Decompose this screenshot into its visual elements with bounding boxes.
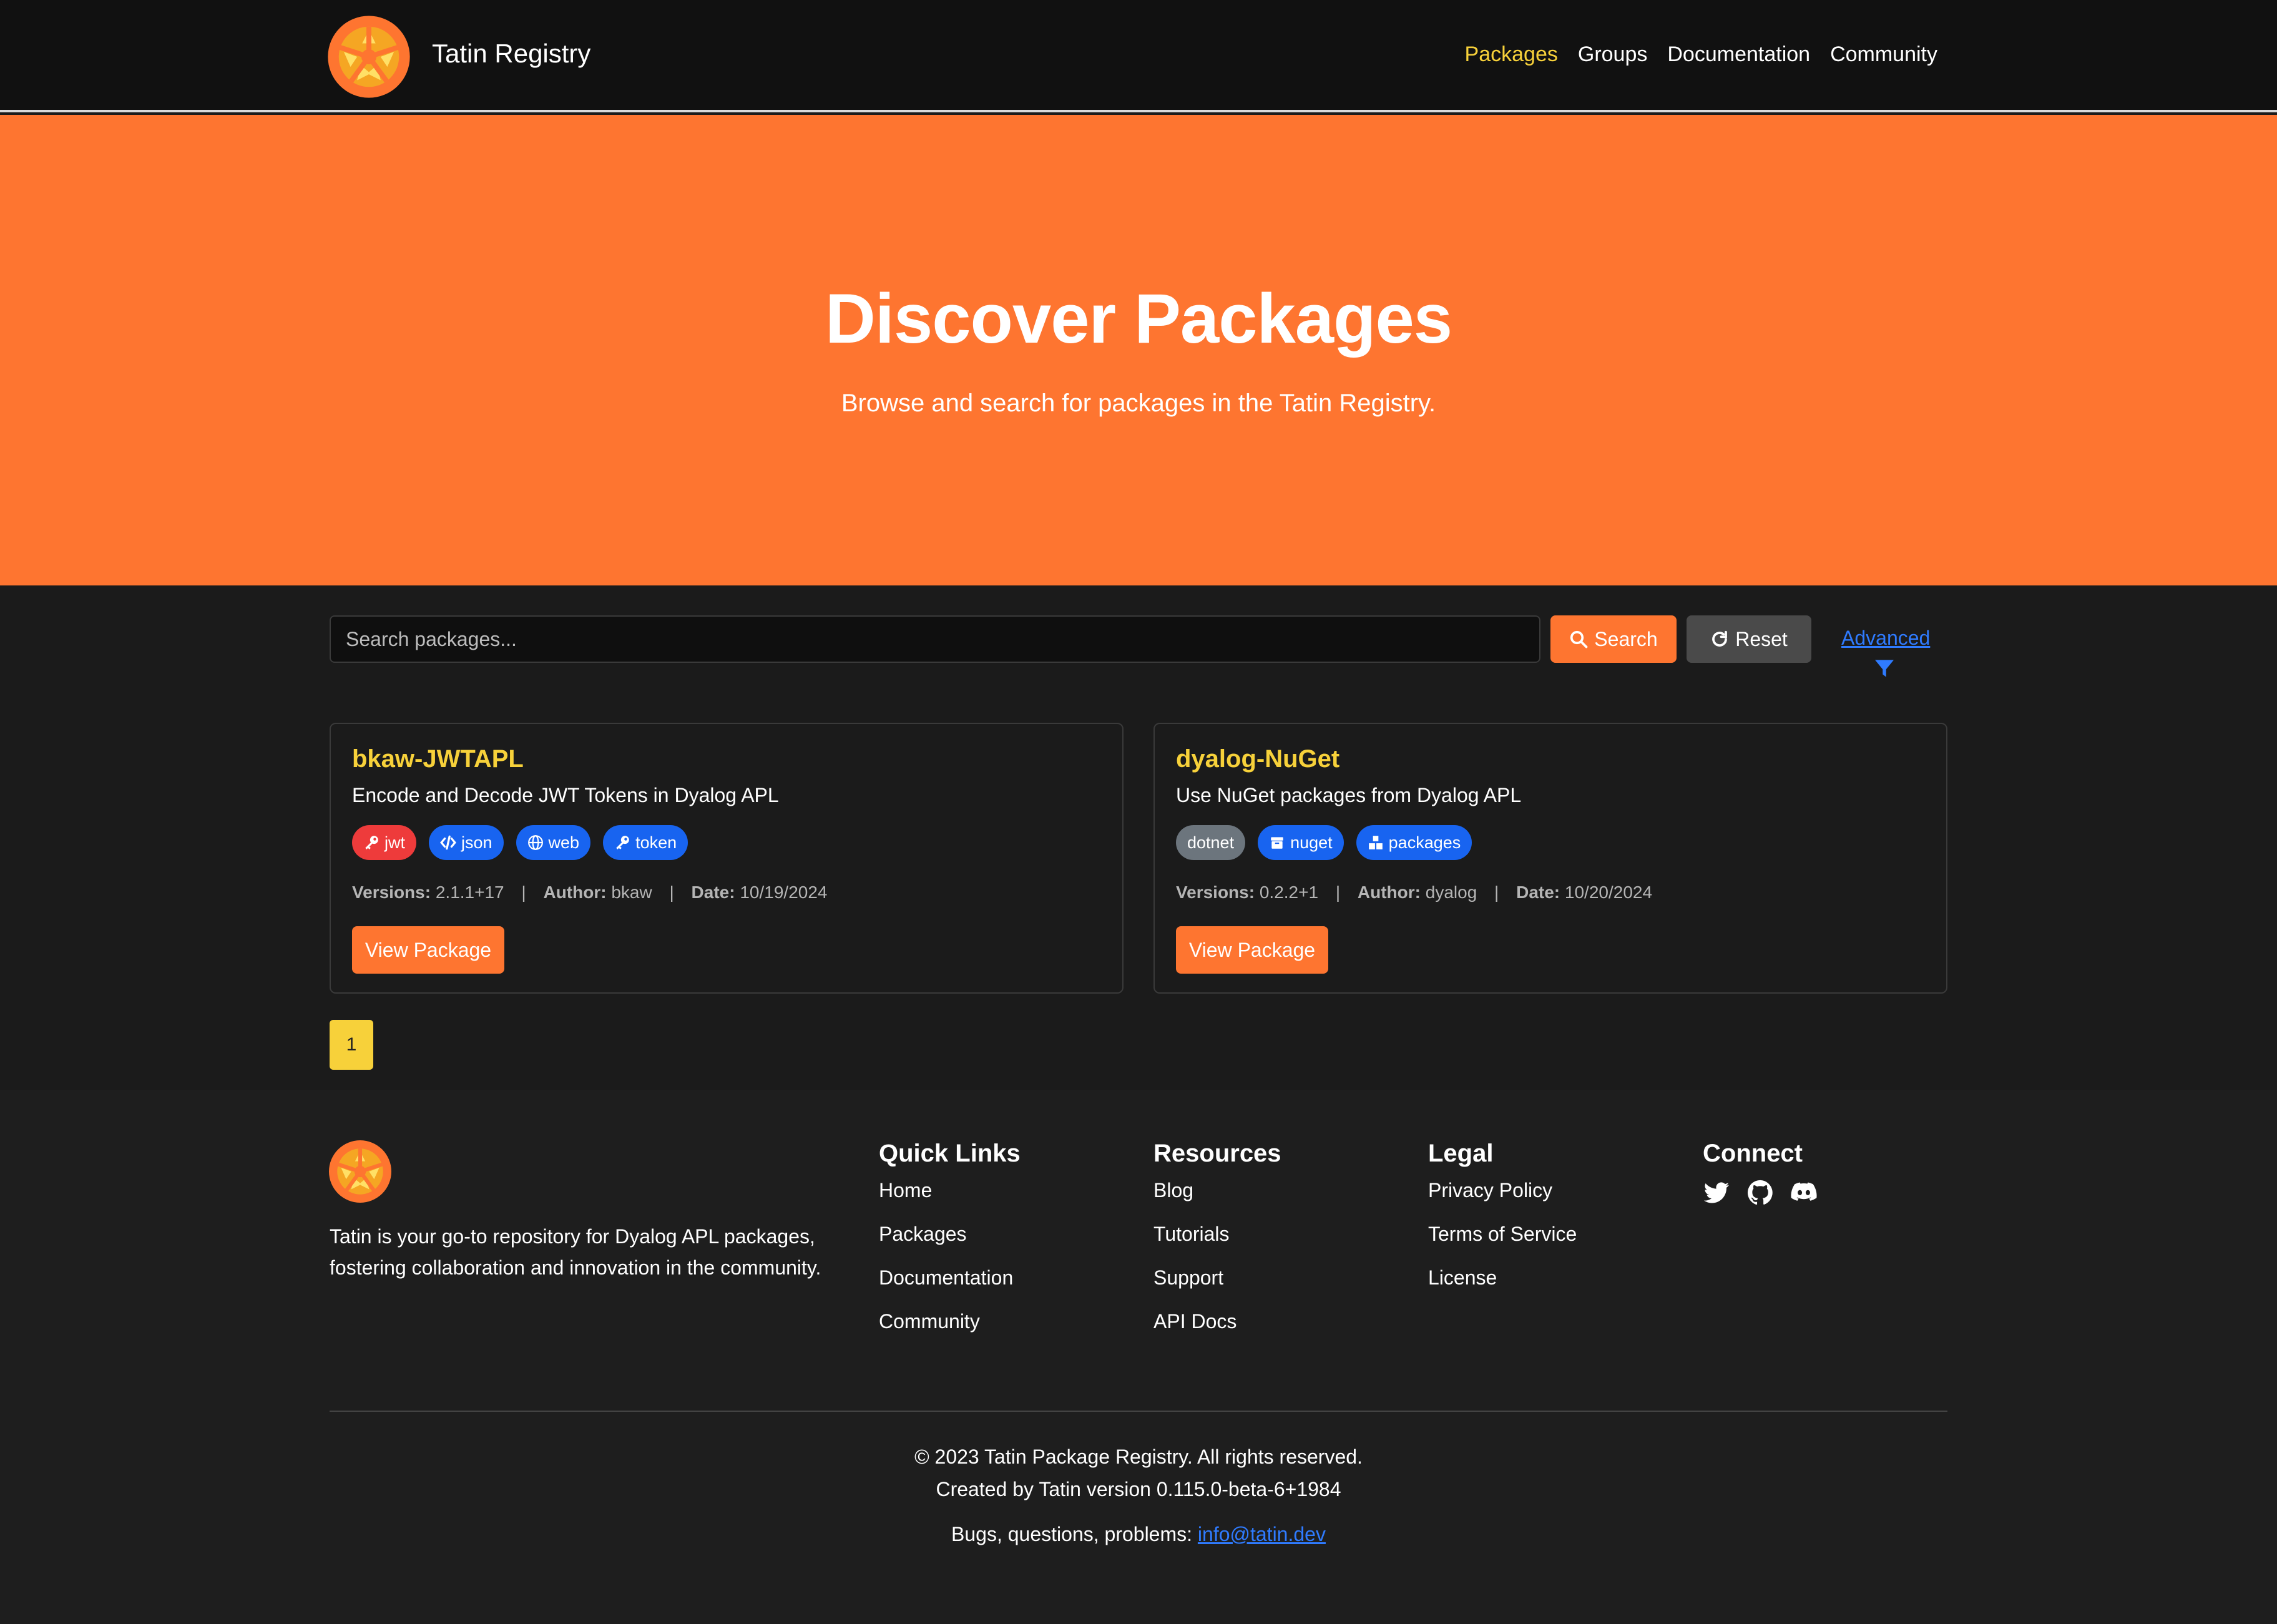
- package-author: dyalog: [1425, 883, 1477, 902]
- footer-link-api-docs[interactable]: API Docs: [1153, 1310, 1281, 1333]
- tatin-logo-icon: [329, 1140, 391, 1203]
- package-date: 10/19/2024: [740, 883, 828, 902]
- filter-icon[interactable]: [1874, 659, 1895, 678]
- date-label: Date:: [691, 883, 735, 902]
- discord-icon[interactable]: [1790, 1179, 1818, 1206]
- version-text: Created by Tatin version 0.115.0-beta-6+…: [936, 1478, 1341, 1500]
- author-label: Author:: [543, 883, 607, 902]
- package-description: Use NuGet packages from Dyalog APL: [1176, 784, 1522, 806]
- tag-token[interactable]: token: [603, 825, 688, 860]
- footer-link-community[interactable]: Community: [879, 1310, 1021, 1333]
- nav-groups[interactable]: Groups: [1578, 42, 1648, 67]
- tag-json[interactable]: json: [429, 825, 504, 860]
- author-label: Author:: [1357, 883, 1421, 902]
- search-icon: [1570, 630, 1588, 648]
- box-icon: [1271, 837, 1283, 849]
- search-button[interactable]: Search: [1550, 615, 1677, 663]
- footer-link-documentation[interactable]: Documentation: [879, 1266, 1021, 1289]
- footer-link-blog[interactable]: Blog: [1153, 1179, 1281, 1202]
- code-icon: [440, 835, 456, 850]
- key-icon: [616, 836, 629, 849]
- package-meta: Versions: 0.2.2+1 | Author: dyalog | Dat…: [1176, 883, 1653, 902]
- package-description: Encode and Decode JWT Tokens in Dyalog A…: [352, 784, 779, 806]
- package-card: dyalog-NuGet Use NuGet packages from Dya…: [1153, 723, 1947, 994]
- footer-divider: [330, 1411, 1947, 1412]
- footer-link-home[interactable]: Home: [879, 1179, 1021, 1202]
- reset-button-label: Reset: [1735, 627, 1788, 650]
- github-icon[interactable]: [1746, 1179, 1774, 1206]
- social-links: [1703, 1179, 1818, 1206]
- tag-label: packages: [1388, 833, 1461, 852]
- tag-label: jwt: [384, 833, 405, 852]
- footer-legal: Legal Privacy Policy Terms of Service Li…: [1428, 1140, 1577, 1310]
- main-nav: Packages Groups Documentation Community: [1465, 42, 1937, 67]
- footer-link-tutorials[interactable]: Tutorials: [1153, 1223, 1281, 1246]
- footer-link-support[interactable]: Support: [1153, 1266, 1281, 1289]
- package-versions: 2.1.1+17: [435, 883, 504, 902]
- footer-about-text: Tatin is your go-to repository for Dyalo…: [330, 1225, 821, 1279]
- footer-quick-links: Quick Links Home Packages Documentation …: [879, 1140, 1021, 1354]
- footer-link-terms[interactable]: Terms of Service: [1428, 1223, 1577, 1246]
- refresh-icon: [1712, 630, 1728, 647]
- globe-icon: [527, 835, 543, 850]
- tag-dotnet[interactable]: dotnet: [1176, 825, 1246, 860]
- tag-packages[interactable]: packages: [1356, 825, 1472, 860]
- tag-label: token: [635, 833, 677, 852]
- package-date: 10/20/2024: [1564, 883, 1653, 902]
- search-input[interactable]: [330, 615, 1540, 663]
- nav-documentation[interactable]: Documentation: [1667, 42, 1810, 67]
- contact-prefix: Bugs, questions, problems:: [951, 1523, 1198, 1545]
- reset-button[interactable]: Reset: [1687, 615, 1811, 663]
- package-name[interactable]: dyalog-NuGet: [1176, 745, 1339, 773]
- package-tags: dotnet nuget packages: [1176, 825, 1472, 860]
- pagination-page-1[interactable]: 1: [330, 1020, 373, 1070]
- tag-nuget[interactable]: nuget: [1258, 825, 1344, 860]
- view-package-button[interactable]: View Package: [1176, 926, 1328, 974]
- view-package-button[interactable]: View Package: [352, 926, 504, 974]
- footer-heading: Connect: [1703, 1140, 1803, 1167]
- footer-contact: Bugs, questions, problems: info@tatin.de…: [0, 1523, 2277, 1546]
- navbar: Tatin Registry Packages Groups Documenta…: [0, 0, 2277, 112]
- boxes-icon: [1368, 836, 1383, 849]
- hero-banner: Discover Packages Browse and search for …: [0, 115, 2277, 585]
- brand-name[interactable]: Tatin Registry: [432, 39, 590, 69]
- package-card: bkaw-JWTAPL Encode and Decode JWT Tokens…: [330, 723, 1124, 994]
- key-icon: [365, 836, 378, 849]
- nav-community[interactable]: Community: [1830, 42, 1937, 67]
- twitter-icon[interactable]: [1703, 1179, 1730, 1206]
- tag-web[interactable]: web: [516, 825, 591, 860]
- footer-resources: Resources Blog Tutorials Support API Doc…: [1153, 1140, 1281, 1354]
- search-button-label: Search: [1594, 627, 1658, 650]
- footer-link-license[interactable]: License: [1428, 1266, 1577, 1289]
- package-name[interactable]: bkaw-JWTAPL: [352, 745, 524, 773]
- versions-label: Versions:: [352, 883, 431, 902]
- footer-link-privacy[interactable]: Privacy Policy: [1428, 1179, 1577, 1202]
- nav-packages[interactable]: Packages: [1465, 42, 1558, 67]
- hero-title: Discover Packages: [825, 280, 1452, 358]
- footer-heading: Quick Links: [879, 1140, 1021, 1167]
- footer-connect: Connect: [1703, 1140, 1818, 1206]
- footer-link-packages[interactable]: Packages: [879, 1223, 1021, 1246]
- tag-jwt[interactable]: jwt: [352, 825, 416, 860]
- advanced-search-link[interactable]: Advanced: [1841, 627, 1930, 650]
- package-author: bkaw: [611, 883, 652, 902]
- footer-heading: Resources: [1153, 1140, 1281, 1167]
- package-tags: jwt json web token: [352, 825, 688, 860]
- tag-label: json: [461, 833, 492, 852]
- versions-label: Versions:: [1176, 883, 1255, 902]
- tag-label: dotnet: [1187, 833, 1235, 852]
- tag-label: nuget: [1290, 833, 1333, 852]
- footer-copyright: © 2023 Tatin Package Registry. All right…: [0, 1441, 2277, 1505]
- hero-subtitle: Browse and search for packages in the Ta…: [841, 389, 1436, 417]
- tag-label: web: [548, 833, 580, 852]
- footer: Tatin is your go-to repository for Dyalo…: [0, 1090, 2277, 1624]
- footer-heading: Legal: [1428, 1140, 1494, 1167]
- contact-email-link[interactable]: info@tatin.dev: [1198, 1523, 1326, 1545]
- package-versions: 0.2.2+1: [1259, 883, 1319, 902]
- tatin-logo-icon[interactable]: [327, 15, 411, 99]
- package-meta: Versions: 2.1.1+17 | Author: bkaw | Date…: [352, 883, 828, 902]
- copyright-text: © 2023 Tatin Package Registry. All right…: [914, 1445, 1363, 1468]
- date-label: Date:: [1516, 883, 1560, 902]
